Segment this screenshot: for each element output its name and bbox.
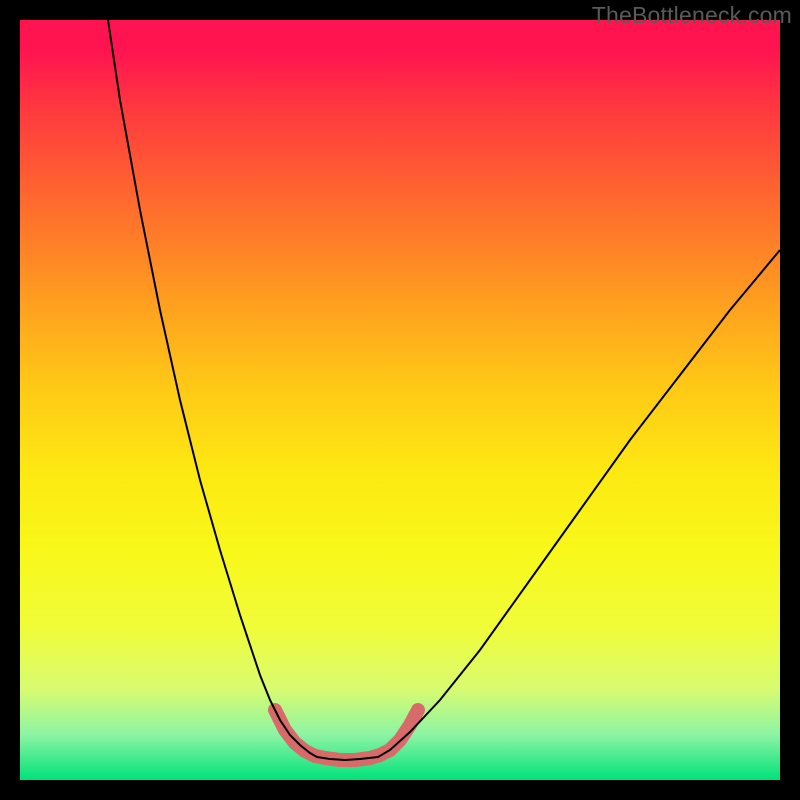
left-branch-curve — [108, 20, 780, 760]
chart-svg — [20, 20, 780, 780]
watermark-text: TheBottleneck.com — [592, 2, 792, 29]
chart-frame — [20, 20, 780, 780]
bottom-highlight-curve — [275, 710, 418, 760]
